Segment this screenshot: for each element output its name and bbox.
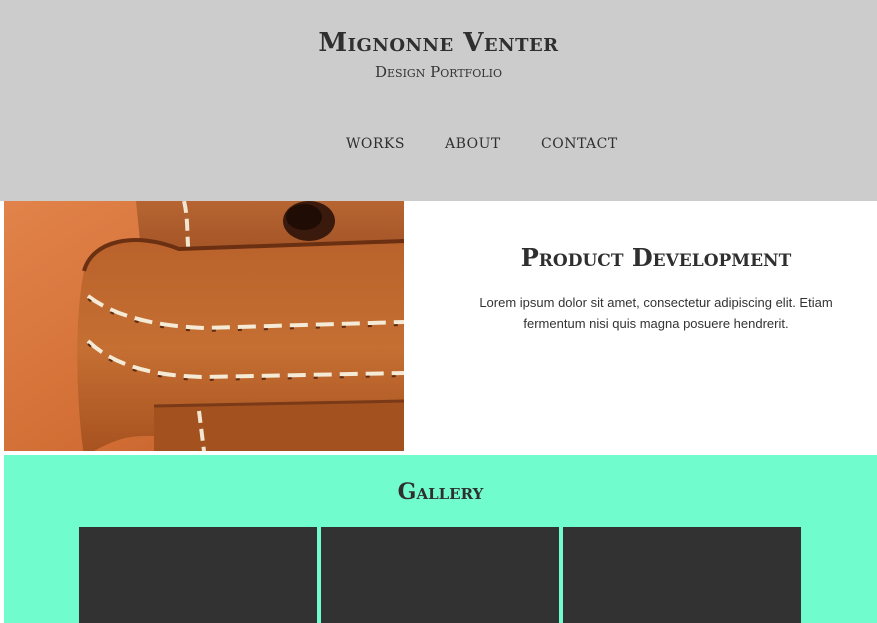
site-subtitle: Design Portfolio xyxy=(375,63,502,81)
nav-works-link[interactable]: WORKS xyxy=(346,136,405,152)
portfolio-page: Mignonne Venter Design Portfolio WORKS A… xyxy=(0,0,877,623)
gallery-tile[interactable] xyxy=(79,527,317,623)
gallery-section: Gallery xyxy=(4,455,877,623)
feature-section: Product Development Lorem ipsum dolor si… xyxy=(4,201,876,451)
main-nav: WORKS ABOUT CONTACT xyxy=(0,136,877,156)
feature-description: Lorem ipsum dolor sit amet, consectetur … xyxy=(479,295,833,331)
nav-contact-link[interactable]: CONTACT xyxy=(541,136,618,152)
gallery-tile[interactable] xyxy=(563,527,801,623)
site-header: Mignonne Venter Design Portfolio WORKS A… xyxy=(0,0,877,201)
feature-title: Product Development xyxy=(520,243,792,272)
site-title: Mignonne Venter xyxy=(318,28,559,58)
nav-about-link[interactable]: ABOUT xyxy=(445,136,501,152)
gallery-title: Gallery xyxy=(397,479,484,505)
feature-image xyxy=(4,201,404,451)
gallery-tile[interactable] xyxy=(321,527,559,623)
